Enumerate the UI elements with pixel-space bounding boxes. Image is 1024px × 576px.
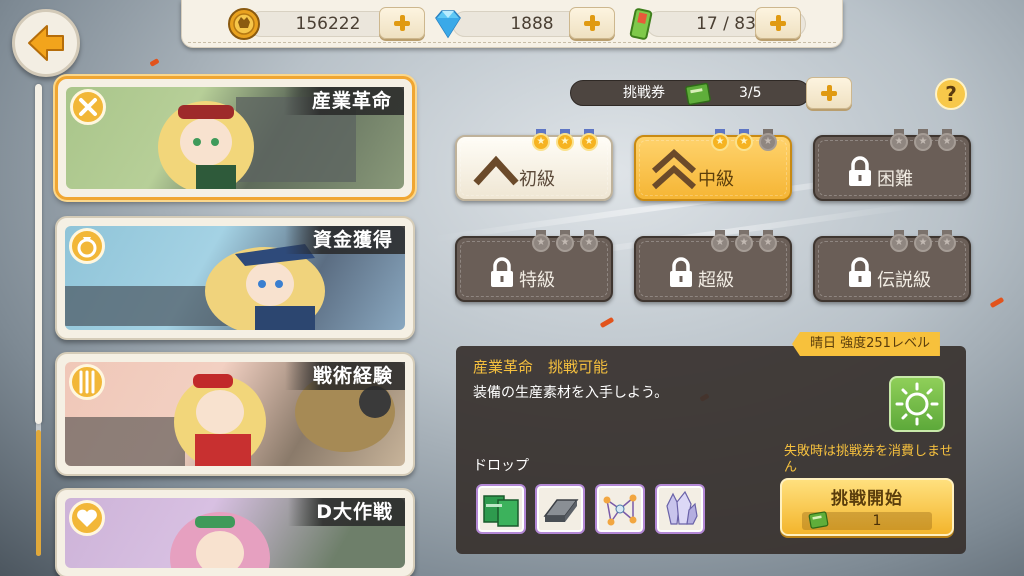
divider [188, 42, 836, 43]
confetti [599, 316, 615, 329]
add-tickets-button[interactable] [806, 77, 852, 109]
medal-empty-icon: ★ [758, 129, 778, 151]
cutlery-icon [69, 364, 105, 400]
failure-note: 失敗時は挑戦券を消費しません [784, 444, 953, 475]
add-gems-button[interactable] [569, 7, 615, 39]
stage-label: 資金獲得 [284, 226, 405, 254]
medal-row: ★ ★ ★ [889, 129, 957, 151]
heart-icon [69, 500, 105, 536]
medal-row: ★ ★ ★ [889, 230, 957, 252]
medal-empty-icon: ★ [531, 230, 551, 252]
crystal-icon [666, 490, 698, 525]
lock-icon [670, 257, 692, 287]
resource-bar: 156222 1888 17 / 83 [181, 0, 843, 48]
medal-empty-icon: ★ [710, 230, 730, 252]
stage-card-tactical-experience[interactable]: 戦術経験 [55, 352, 415, 476]
stage-label: 産業革命 [283, 87, 404, 115]
difficulty-hard[interactable]: ★ ★ ★ 困難 [813, 129, 971, 201]
money-bag-icon [69, 228, 105, 264]
stage-card-fund-acquisition[interactable]: 資金獲得 [55, 216, 415, 340]
medal-empty-icon: ★ [937, 230, 957, 252]
circuit-icon [603, 494, 637, 526]
medal-icon: ★ [531, 129, 551, 151]
medal-empty-icon: ★ [555, 230, 575, 252]
drop-label: ドロップ [473, 458, 529, 474]
medal-row: ★ ★ ★ [710, 230, 778, 252]
steel-plate-icon [543, 499, 579, 522]
medal-icon: ★ [555, 129, 575, 151]
start-label: 挑戦開始 [831, 489, 903, 509]
difficulty-label: 中級 [698, 169, 734, 190]
drop-item-circuit[interactable] [595, 484, 645, 534]
rank-double-chevron-icon [651, 148, 697, 190]
scrollbar-accent [36, 430, 41, 556]
ticket-value: 3/5 [739, 85, 762, 101]
battery-icon [629, 8, 653, 40]
ticket-label: 挑戦券 [623, 85, 665, 101]
medal-empty-icon: ★ [913, 230, 933, 252]
medal-row: ★ ★ ★ [531, 230, 599, 252]
difficulty-intermediate[interactable]: ★ ★ ★ 中級 [634, 129, 792, 201]
lock-icon [849, 257, 871, 287]
rank-chevron-icon [473, 155, 519, 186]
diamond-icon [435, 10, 461, 39]
difficulty-label: 超級 [698, 270, 734, 291]
lock-icon [491, 257, 513, 287]
difficulty-super[interactable]: ★ ★ ★ 超級 [634, 230, 792, 302]
help-button[interactable]: ? [935, 78, 967, 110]
stage-card-industrial-revolution[interactable]: 産業革命 [55, 76, 415, 200]
medal-empty-icon: ★ [758, 230, 778, 252]
drop-item-crystal[interactable] [655, 484, 705, 534]
medal-empty-icon: ★ [889, 230, 909, 252]
ticket-cost: 1 [872, 513, 882, 529]
medal-row: ★ ★ ★ [531, 129, 599, 151]
confetti [149, 58, 160, 67]
add-stamina-button[interactable] [755, 7, 801, 39]
green-crate-icon [483, 495, 519, 527]
stage-label: 戦術経験 [284, 362, 405, 390]
start-challenge-button[interactable]: 挑戦開始 1 [780, 478, 954, 536]
tools-icon [70, 89, 106, 125]
stage-label: D大作戦 [288, 498, 405, 526]
back-arrow-icon [28, 25, 64, 61]
stage-status-title: 産業革命 挑戦可能 [473, 358, 609, 376]
difficulty-label: 特級 [519, 270, 555, 291]
stage-description: 装備の生産素材を入手しよう。 [473, 385, 669, 401]
medal-empty-icon: ★ [889, 129, 909, 151]
difficulty-beginner[interactable]: ★ ★ ★ 初級 [455, 129, 613, 201]
add-coins-button[interactable] [379, 7, 425, 39]
difficulty-special[interactable]: ★ ★ ★ 特級 [455, 230, 613, 302]
confetti [989, 296, 1005, 309]
medal-empty-icon: ★ [913, 129, 933, 151]
coin-icon [228, 8, 260, 40]
lock-icon [849, 156, 871, 186]
stage-card-d-operation[interactable]: D大作戦 [55, 488, 415, 576]
ticket-counter: 挑戦券 3/5 [570, 80, 810, 106]
difficulty-label: 伝説級 [877, 270, 931, 291]
drop-item-steel-plate[interactable] [535, 484, 585, 534]
medal-row: ★ ★ ★ [710, 129, 778, 151]
medal-icon: ★ [710, 129, 730, 151]
back-button[interactable] [12, 9, 80, 77]
ticket-icon [685, 82, 711, 106]
drop-item-green-crate[interactable] [476, 484, 526, 534]
medal-icon: ★ [579, 129, 599, 151]
medal-icon: ★ [734, 129, 754, 151]
sun-icon [889, 376, 945, 432]
medal-empty-icon: ★ [579, 230, 599, 252]
medal-empty-icon: ★ [937, 129, 957, 151]
weather-badge: 晴日 強度251レベル [792, 332, 940, 356]
difficulty-legendary[interactable]: ★ ★ ★ 伝説級 [813, 230, 971, 302]
difficulty-label: 困難 [877, 169, 913, 190]
difficulty-label: 初級 [519, 169, 555, 190]
medal-empty-icon: ★ [734, 230, 754, 252]
scrollbar-thumb[interactable] [35, 84, 42, 424]
